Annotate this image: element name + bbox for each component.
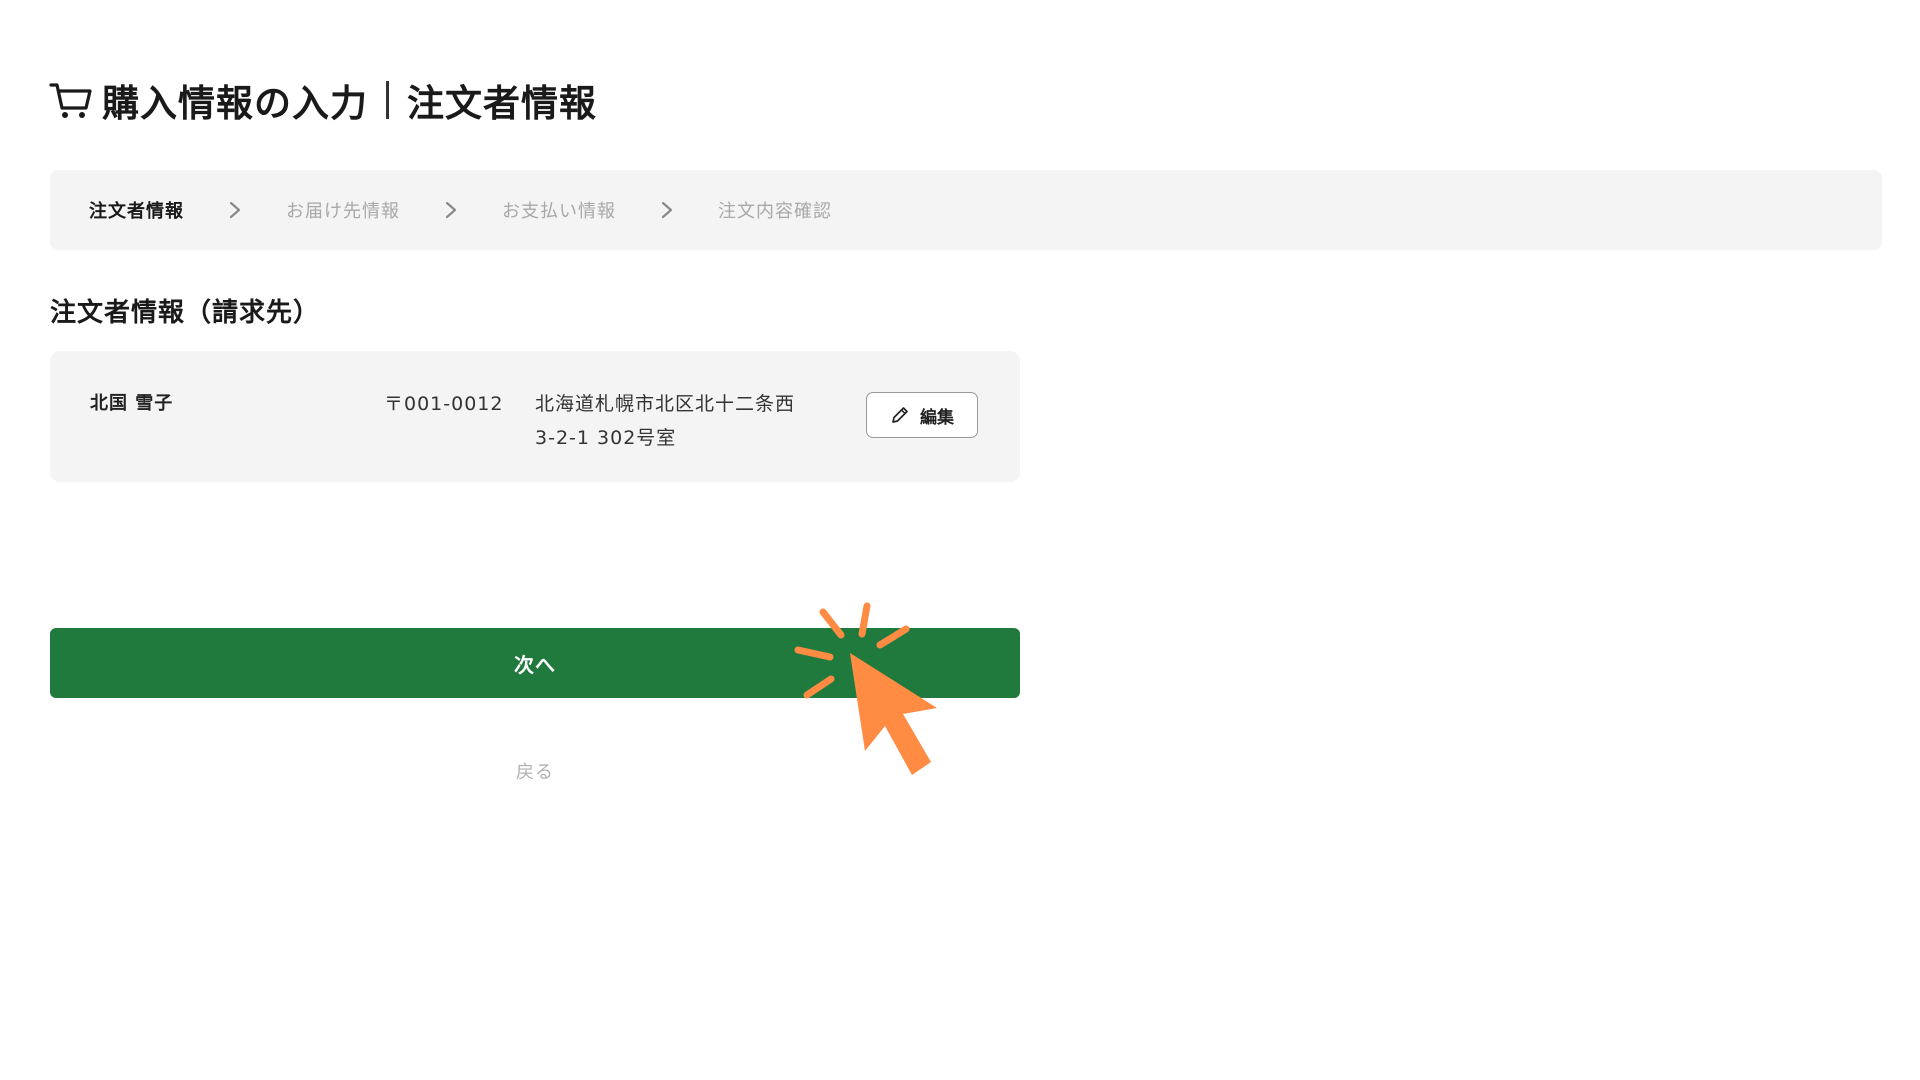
pencil-icon xyxy=(890,405,910,425)
customer-name: 北国 雪子 xyxy=(90,393,174,414)
cart-icon xyxy=(48,77,94,123)
section-heading: 注文者情報（請求先） xyxy=(50,298,321,328)
edit-button-label: 編集 xyxy=(920,407,954,428)
back-link[interactable]: 戻る xyxy=(50,758,1020,784)
step-order-confirmation: 注文内容確認 xyxy=(718,201,832,222)
orderer-info-card: 北国 雪子 〒001-0012 北海道札幌市北区北十二条西 3-2-1 302号… xyxy=(50,351,1020,482)
step-payment-info: お支払い情報 xyxy=(502,201,616,222)
chevron-right-icon xyxy=(228,200,242,220)
step-orderer-info: 注文者情報 xyxy=(89,201,184,222)
step-delivery-info: お届け先情報 xyxy=(286,201,400,222)
edit-button[interactable]: 編集 xyxy=(866,392,978,438)
postal-code: 〒001-0012 xyxy=(384,393,504,415)
next-button-label: 次へ xyxy=(514,652,556,677)
page-title: 購入情報の入力 注文者情報 xyxy=(48,72,597,128)
address-line-1: 北海道札幌市北区北十二条西 xyxy=(535,393,796,415)
title-separator xyxy=(386,81,389,119)
address-line-2: 3-2-1 302号室 xyxy=(535,427,677,449)
chevron-right-icon xyxy=(444,200,458,220)
page-title-sub: 注文者情報 xyxy=(407,82,597,125)
checkout-stepper: 注文者情報 お届け先情報 お支払い情報 注文内容確認 xyxy=(50,170,1882,250)
page-title-main: 購入情報の入力 xyxy=(102,82,368,125)
chevron-right-icon xyxy=(660,200,674,220)
next-button[interactable]: 次へ xyxy=(50,628,1020,698)
page: 購入情報の入力 注文者情報 注文者情報 お届け先情報 お支払い情報 注文内容確認… xyxy=(0,0,1920,1080)
